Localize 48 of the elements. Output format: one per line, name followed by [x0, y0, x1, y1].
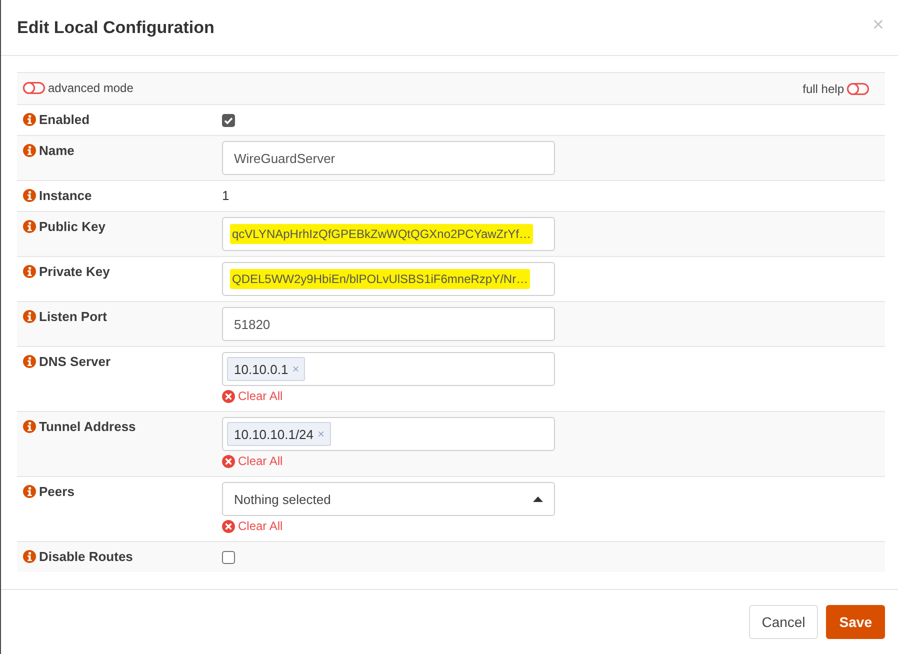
- clear-icon: [222, 520, 235, 532]
- clear-all-link[interactable]: Clear All: [222, 451, 283, 471]
- checkbox[interactable]: [222, 551, 235, 564]
- info-icon[interactable]: [23, 485, 36, 498]
- info-icon[interactable]: [23, 550, 36, 563]
- field-label: DNS Server: [39, 353, 111, 371]
- field-label: Enabled: [39, 111, 90, 129]
- highlighted-text: QDEL5WW2y9HbiEn/blPOLvUlSBS1iF6mneRzpY/Nr…: [230, 269, 530, 289]
- static-value: 1: [222, 187, 230, 205]
- cancel-button[interactable]: Cancel: [748, 605, 818, 639]
- clear-all-link[interactable]: Clear All: [222, 516, 283, 536]
- tags-field[interactable]: 10.10.10.1/24 ×: [222, 417, 555, 451]
- tag-text: 10.10.0.1: [234, 362, 288, 376]
- clear-icon: [222, 454, 235, 468]
- toggle-icon[interactable]: [847, 82, 869, 94]
- dialog-title: Edit Local Configuration: [17, 18, 214, 38]
- info-icon[interactable]: [23, 310, 36, 323]
- full-help-toggle[interactable]: full help: [802, 78, 869, 98]
- text-field[interactable]: 51820: [222, 307, 555, 341]
- field-label: Listen Port: [39, 308, 107, 326]
- info-icon[interactable]: [23, 265, 36, 278]
- highlighted-text: qcVLYNApHrhIzQfGPEBkZwWQtQGXno2PCYawZrYf…: [230, 224, 533, 244]
- field-label: Disable Routes: [39, 548, 133, 566]
- info-icon[interactable]: [23, 420, 36, 433]
- toggle-icon[interactable]: [23, 82, 45, 94]
- text-field[interactable]: QDEL5WW2y9HbiEn/blPOLvUlSBS1iF6mneRzpY/Nr…: [222, 262, 555, 296]
- checkbox[interactable]: [222, 114, 235, 127]
- info-icon[interactable]: [23, 355, 36, 368]
- tag-text: 10.10.10.1/24: [234, 426, 314, 442]
- clear-all-link[interactable]: Clear All: [222, 386, 283, 406]
- info-icon[interactable]: [23, 144, 36, 157]
- select-field[interactable]: Nothing selected: [222, 482, 555, 516]
- clear-icon: [222, 390, 235, 402]
- text-field[interactable]: WireGuardServer: [222, 141, 555, 175]
- caret-icon: [533, 496, 543, 502]
- info-icon[interactable]: [23, 113, 36, 126]
- info-icon[interactable]: [23, 189, 36, 202]
- tags-field[interactable]: 10.10.0.1 ×: [222, 352, 555, 386]
- field-label: Public Key: [39, 218, 106, 236]
- advanced-mode-toggle[interactable]: advanced mode: [23, 78, 134, 98]
- field-label: Peers: [39, 483, 74, 501]
- field-label: Private Key: [39, 263, 110, 281]
- info-icon[interactable]: [23, 220, 36, 233]
- field-label: Name: [39, 142, 74, 160]
- save-button[interactable]: Save: [826, 605, 885, 639]
- field-label: Tunnel Address: [39, 418, 136, 436]
- field-label: Instance: [39, 187, 92, 205]
- text-field[interactable]: qcVLYNApHrhIzQfGPEBkZwWQtQGXno2PCYawZrYf…: [222, 217, 555, 251]
